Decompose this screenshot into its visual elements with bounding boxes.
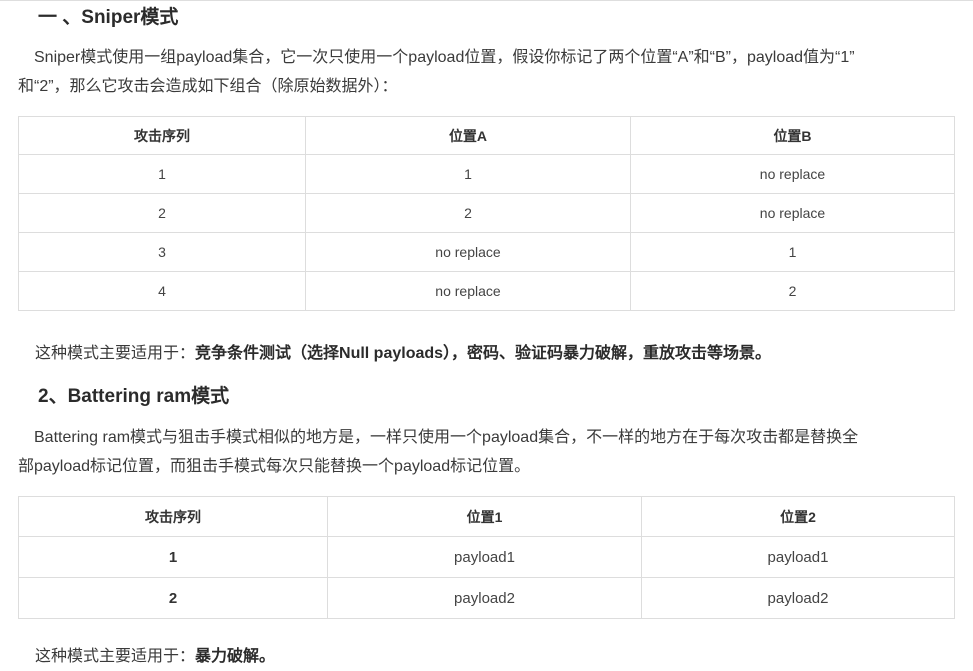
section2-paragraph-line1: Battering ram模式与狙击手模式相似的地方是，一样只使用一个paylo… [34, 429, 859, 446]
section2-usage-prefix: 这种模式主要适用于： [35, 648, 196, 665]
table-cell: 1 [18, 154, 306, 194]
column-header-position-1: 位置1 [327, 496, 642, 537]
table-cell: 3 [18, 232, 306, 272]
section1-usage: 这种模式主要适用于：竞争条件测试（选择Null payloads），密码、验证码… [35, 339, 771, 368]
section1-usage-prefix: 这种模式主要适用于： [35, 345, 196, 362]
table-cell: payload1 [327, 536, 642, 578]
table-row: 1 payload1 payload1 [18, 536, 955, 578]
table-row: 2 payload2 payload2 [18, 577, 955, 619]
table-cell: payload1 [641, 536, 955, 578]
table-cell: no replace [630, 154, 955, 194]
column-header-position-2: 位置2 [641, 496, 955, 537]
section2-heading: 2、Battering ram模式 [38, 386, 230, 407]
battering-ram-table: 攻击序列 位置1 位置2 1 payload1 payload1 2 paylo… [18, 496, 955, 619]
table-cell: 1 [630, 232, 955, 272]
table-row: 1 1 no replace [18, 154, 955, 194]
section1-heading: 一 、Sniper模式 [38, 7, 179, 28]
table-row: 3 no replace 1 [18, 232, 955, 272]
column-header-attack-sequence: 攻击序列 [18, 496, 328, 537]
top-divider [0, 0, 973, 1]
section1-paragraph-line2: 和“2”，那么它攻击会造成如下组合（除原始数据外）： [18, 78, 398, 95]
table-cell: 2 [305, 193, 631, 233]
table-cell: payload2 [641, 577, 955, 619]
section2-paragraph: Battering ram模式与狙击手模式相似的地方是，一样只使用一个paylo… [18, 423, 958, 481]
table-cell: no replace [630, 193, 955, 233]
table-cell: 2 [18, 577, 328, 619]
table-cell: payload2 [327, 577, 642, 619]
section1-usage-scenarios: 竞争条件测试（选择Null payloads），密码、验证码暴力破解，重放攻击等… [195, 345, 772, 362]
section2-usage-scenarios: 暴力破解。 [195, 648, 276, 665]
table-cell: 2 [18, 193, 306, 233]
sniper-combination-table: 攻击序列 位置A 位置B 1 1 no replace 2 2 no repla… [18, 116, 955, 311]
table-cell: no replace [305, 271, 631, 311]
table-cell: no replace [305, 232, 631, 272]
section2-paragraph-line2: 部payload标记位置，而狙击手模式每次只能替换一个payload标记位置。 [18, 458, 531, 475]
table-cell: 1 [305, 154, 631, 194]
section1-paragraph: Sniper模式使用一组payload集合，它一次只使用一个payload位置，… [18, 43, 958, 101]
table-cell: 2 [630, 271, 955, 311]
column-header-position-b: 位置B [630, 116, 955, 155]
column-header-attack-sequence: 攻击序列 [18, 116, 306, 155]
table-cell: 4 [18, 271, 306, 311]
section1-paragraph-line1: Sniper模式使用一组payload集合，它一次只使用一个payload位置，… [34, 49, 855, 66]
table-row: 2 2 no replace [18, 193, 955, 233]
table-header-row: 攻击序列 位置A 位置B [18, 116, 955, 155]
table-cell: 1 [18, 536, 328, 578]
table-row: 4 no replace 2 [18, 271, 955, 311]
column-header-position-a: 位置A [305, 116, 631, 155]
section2-usage: 这种模式主要适用于：暴力破解。 [35, 642, 275, 671]
table-header-row: 攻击序列 位置1 位置2 [18, 496, 955, 537]
